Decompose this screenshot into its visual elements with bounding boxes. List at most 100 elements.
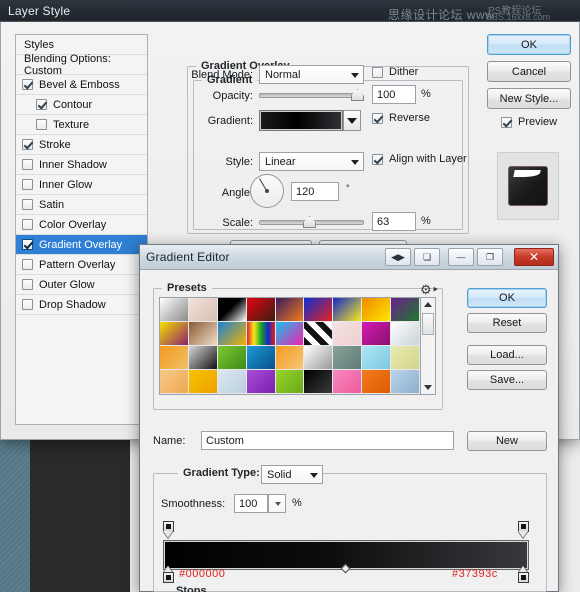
style-row[interactable]: Inner Glow — [16, 175, 147, 195]
preset-swatch[interactable] — [304, 346, 334, 370]
reverse-checkbox[interactable]: Reverse — [372, 112, 430, 124]
color-stop-right[interactable] — [518, 566, 529, 583]
opacity-input[interactable]: 100 — [372, 85, 416, 104]
presets-scrollbar[interactable] — [421, 297, 436, 395]
preset-swatch[interactable] — [362, 370, 392, 394]
style-row-checkbox[interactable] — [22, 179, 33, 190]
opacity-stop-left[interactable] — [163, 521, 174, 538]
preset-swatch[interactable] — [160, 370, 189, 394]
style-row[interactable]: Texture — [16, 115, 147, 135]
style-row[interactable]: Color Overlay — [16, 215, 147, 235]
style-row-checkbox[interactable] — [36, 119, 47, 130]
preset-swatch[interactable] — [246, 322, 276, 346]
gradient-editor-titlebar[interactable]: Gradient Editor ◀▶ ❏ — ❐ ✕ — [140, 245, 558, 270]
style-row-checkbox[interactable] — [22, 139, 33, 150]
gradient-preview-swatch[interactable] — [259, 110, 343, 131]
style-row[interactable]: Gradient Overlay — [16, 235, 147, 255]
scroll-up-icon[interactable] — [421, 298, 435, 311]
smoothness-input[interactable]: 100 — [234, 494, 268, 513]
gradient-type-select[interactable]: Solid — [261, 465, 323, 484]
preset-swatch[interactable] — [391, 346, 420, 370]
style-row-checkbox[interactable] — [22, 79, 33, 90]
preset-swatch[interactable] — [304, 370, 334, 394]
layer-style-titlebar[interactable]: Layer Style — [0, 0, 580, 22]
preset-swatch[interactable] — [391, 370, 420, 394]
preset-swatch[interactable] — [217, 346, 247, 370]
gear-icon[interactable]: ⚙‣ — [420, 282, 439, 298]
scale-slider-knob[interactable] — [303, 216, 316, 228]
smoothness-stepper[interactable] — [268, 494, 286, 513]
preset-swatch[interactable] — [217, 322, 247, 346]
preset-swatch[interactable] — [391, 298, 420, 322]
preset-swatch[interactable] — [333, 346, 363, 370]
style-row[interactable]: Inner Shadow — [16, 155, 147, 175]
preset-swatch[interactable] — [304, 322, 334, 346]
new-style-button[interactable]: New Style... — [487, 88, 571, 109]
presets-grid[interactable] — [159, 297, 421, 395]
style-row[interactable]: Satin — [16, 195, 147, 215]
ge-new-button[interactable]: New — [467, 431, 547, 451]
cancel-button[interactable]: Cancel — [487, 61, 571, 82]
preset-swatch[interactable] — [333, 322, 363, 346]
minimize-button[interactable]: — — [448, 248, 474, 266]
preset-swatch[interactable] — [188, 346, 218, 370]
preview-checkbox[interactable]: Preview — [501, 116, 557, 128]
preset-swatch[interactable] — [160, 298, 189, 322]
preset-swatch[interactable] — [160, 322, 189, 346]
angle-dial[interactable] — [250, 174, 284, 208]
style-row-checkbox[interactable] — [22, 259, 33, 270]
style-row[interactable]: Pattern Overlay — [16, 255, 147, 275]
opacity-slider-knob[interactable] — [351, 89, 364, 101]
preset-swatch[interactable] — [275, 322, 305, 346]
blend-mode-select[interactable]: Normal — [259, 65, 364, 84]
ge-ok-button[interactable]: OK — [467, 288, 547, 308]
dither-checkbox[interactable]: Dither — [372, 66, 418, 78]
scale-slider[interactable] — [259, 215, 364, 229]
style-row-checkbox[interactable] — [22, 279, 33, 290]
preset-swatch[interactable] — [160, 346, 189, 370]
preset-swatch[interactable] — [246, 346, 276, 370]
ge-load-button[interactable]: Load... — [467, 345, 547, 365]
preset-swatch[interactable] — [217, 298, 247, 322]
preset-swatch[interactable] — [246, 298, 276, 322]
prev-next-icon[interactable]: ◀▶ — [385, 248, 411, 266]
scrollbar-thumb[interactable] — [422, 313, 434, 335]
preset-swatch[interactable] — [188, 370, 218, 394]
arrange-icon[interactable]: ❏ — [414, 248, 440, 266]
style-row-checkbox[interactable] — [22, 239, 33, 250]
gradient-dropdown-button[interactable] — [343, 110, 361, 131]
blending-options-row[interactable]: Blending Options: Custom — [16, 53, 147, 77]
style-row-checkbox[interactable] — [22, 159, 33, 170]
preset-swatch[interactable] — [217, 370, 247, 394]
preset-swatch[interactable] — [362, 346, 392, 370]
style-row[interactable]: Bevel & Emboss — [16, 75, 147, 95]
preset-swatch[interactable] — [362, 322, 392, 346]
preset-swatch[interactable] — [304, 298, 334, 322]
preset-swatch[interactable] — [333, 298, 363, 322]
preset-swatch[interactable] — [188, 298, 218, 322]
style-row-checkbox[interactable] — [22, 219, 33, 230]
preset-swatch[interactable] — [333, 370, 363, 394]
preset-swatch[interactable] — [188, 322, 218, 346]
style-row-checkbox[interactable] — [22, 299, 33, 310]
angle-input[interactable]: 120 — [291, 182, 339, 201]
preset-swatch[interactable] — [275, 346, 305, 370]
style-row[interactable]: Stroke — [16, 135, 147, 155]
ge-save-button[interactable]: Save... — [467, 370, 547, 390]
style-row[interactable]: Outer Glow — [16, 275, 147, 295]
maximize-button[interactable]: ❐ — [477, 248, 503, 266]
scale-input[interactable]: 63 — [372, 212, 416, 231]
preset-swatch[interactable] — [246, 370, 276, 394]
ge-reset-button[interactable]: Reset — [467, 313, 547, 333]
style-row[interactable]: Contour — [16, 95, 147, 115]
opacity-slider[interactable] — [259, 88, 364, 102]
close-icon[interactable]: ✕ — [514, 248, 554, 266]
ok-button[interactable]: OK — [487, 34, 571, 55]
scroll-down-icon[interactable] — [421, 381, 435, 394]
preset-swatch[interactable] — [275, 370, 305, 394]
gradient-name-input[interactable]: Custom — [201, 431, 454, 450]
opacity-stop-right[interactable] — [518, 521, 529, 538]
style-row-checkbox[interactable] — [36, 99, 47, 110]
preset-swatch[interactable] — [362, 298, 392, 322]
align-with-layer-checkbox[interactable]: Align with Layer — [372, 153, 467, 165]
